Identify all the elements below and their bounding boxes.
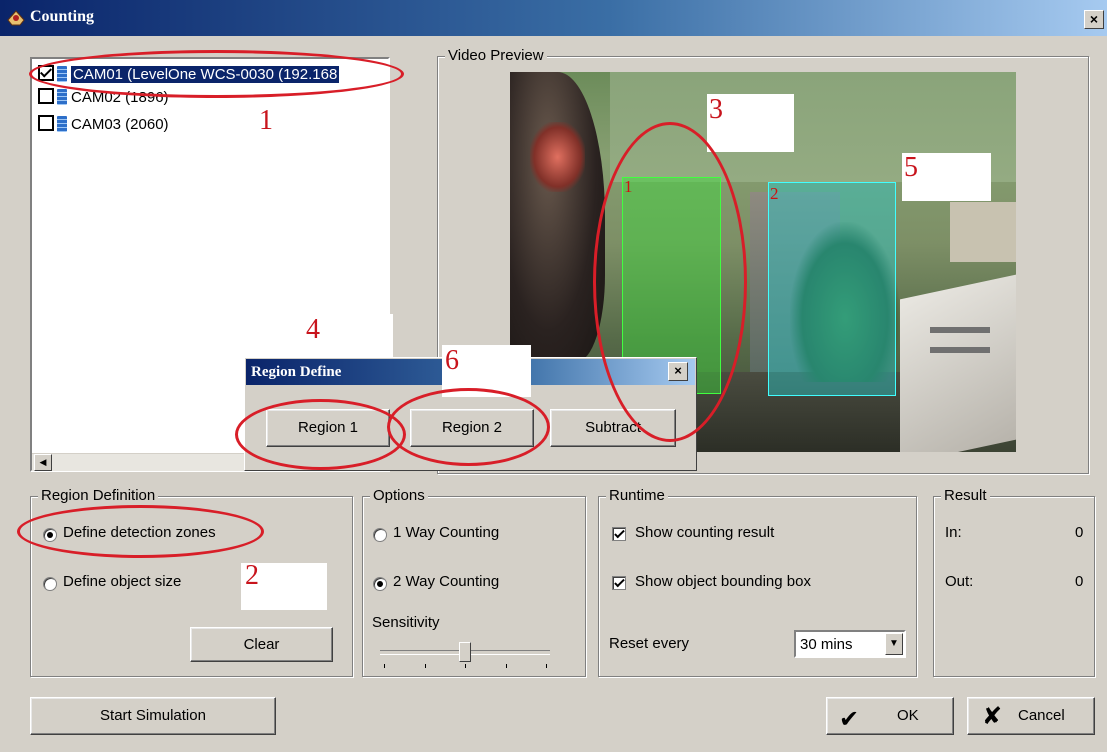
chevron-down-icon[interactable]: ▼: [885, 633, 903, 655]
camera-icon: [57, 89, 67, 105]
camera-checkbox[interactable]: [38, 115, 54, 131]
in-label: In:: [945, 524, 962, 541]
window-title: Counting: [30, 8, 95, 25]
annotation-number-6: 6: [445, 345, 459, 376]
camera-icon: [57, 116, 67, 132]
annotation-ellipse: [387, 388, 550, 466]
close-button[interactable]: ×: [1084, 10, 1104, 29]
cancel-button[interactable]: ✘ Cancel: [967, 697, 1095, 735]
reset-interval-value: 30 mins: [800, 636, 853, 653]
two-way-counting-label[interactable]: 2 Way Counting: [393, 573, 499, 590]
camera-checkbox[interactable]: [38, 88, 54, 104]
scroll-left-arrow-icon[interactable]: ◀: [34, 454, 52, 471]
slider-tick: [425, 664, 426, 668]
detection-zone-2[interactable]: [768, 182, 896, 396]
out-label: Out:: [945, 573, 974, 590]
two-way-counting-radio[interactable]: [373, 577, 387, 591]
slider-tick: [546, 664, 547, 668]
annotation-number-5: 5: [904, 152, 918, 183]
annotation-ellipse: [235, 399, 406, 470]
out-count: 0: [1075, 573, 1084, 590]
x-icon: ✘: [982, 703, 1003, 730]
runtime-title: Runtime: [606, 487, 668, 504]
show-counting-result-checkbox[interactable]: [612, 527, 626, 541]
in-count: 0: [1075, 524, 1084, 541]
annotation-ellipse: [17, 505, 264, 558]
annotation-ellipse: [29, 50, 404, 98]
define-object-size-label[interactable]: Define object size: [63, 573, 181, 590]
options-title: Options: [370, 487, 428, 504]
define-object-size-radio[interactable]: [43, 577, 57, 591]
camera-label: CAM03 (2060): [71, 116, 169, 133]
reset-every-label: Reset every: [609, 635, 690, 652]
zone-2-label: 2: [770, 184, 779, 203]
sensitivity-slider-thumb[interactable]: [459, 642, 471, 662]
slider-tick: [506, 664, 507, 668]
result-title: Result: [941, 487, 990, 504]
annotation-number-3: 3: [709, 94, 723, 125]
clear-button[interactable]: Clear: [190, 627, 333, 662]
slider-tick: [465, 664, 466, 668]
annotation-number-4: 4: [306, 314, 320, 345]
title-bar[interactable]: [0, 0, 1107, 36]
show-counting-result-label[interactable]: Show counting result: [635, 524, 774, 541]
annotation-number-2: 2: [245, 560, 259, 591]
annotation-number-1: 1: [259, 105, 273, 136]
camera-item-cam03[interactable]: CAM03 (2060): [38, 115, 169, 135]
checkmark-icon: ✔: [839, 706, 860, 733]
show-bounding-box-checkbox[interactable]: [612, 576, 626, 590]
show-bounding-box-label[interactable]: Show object bounding box: [635, 573, 811, 590]
sensitivity-label: Sensitivity: [372, 614, 440, 631]
video-preview-title: Video Preview: [445, 47, 547, 64]
cancel-label: Cancel: [1018, 707, 1065, 724]
one-way-counting-label[interactable]: 1 Way Counting: [393, 524, 499, 541]
app-icon: [6, 8, 26, 28]
one-way-counting-radio[interactable]: [373, 528, 387, 542]
start-simulation-button[interactable]: Start Simulation: [30, 697, 276, 735]
region-define-title: Region Define: [251, 364, 342, 380]
ok-button[interactable]: ✔ OK: [826, 697, 954, 735]
region-definition-title: Region Definition: [38, 487, 159, 504]
annotation-ellipse: [593, 122, 747, 442]
ok-label: OK: [897, 707, 919, 724]
slider-tick: [384, 664, 385, 668]
